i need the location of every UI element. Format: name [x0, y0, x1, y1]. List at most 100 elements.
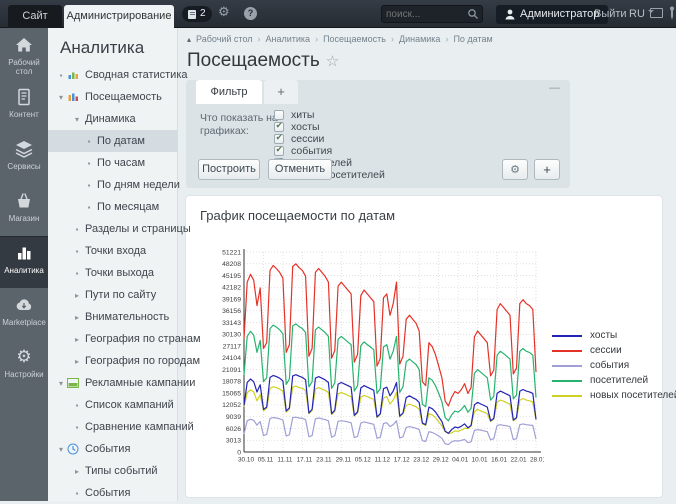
menu-item-exit-points[interactable]: ▪Точки выхода [48, 262, 177, 284]
filter-add-button[interactable]: + [534, 159, 560, 180]
menu-item-label: Рекламные кампании [85, 377, 195, 389]
add-filter-tab[interactable]: + [264, 80, 298, 104]
search-icon[interactable] [467, 8, 479, 20]
filter-panel: Фильтр + — Что показать на графиках: хит… [186, 80, 570, 188]
rail-item-desktop[interactable]: Рабочий стол [0, 28, 48, 80]
menu-item-campaign-compare[interactable]: ▪Сравнение кампаний [48, 416, 177, 438]
menu-title: Аналитика [48, 28, 177, 58]
bullet-icon: ▪ [72, 423, 82, 432]
settings-gear-icon: ⚙ [16, 347, 31, 367]
collapsed-icon: ▸ [72, 313, 82, 322]
menu-item-ad-campaigns[interactable]: ▾Рекламные кампании [48, 372, 177, 394]
breadcrumb-separator: › [391, 34, 394, 44]
rail-item-settings[interactable]: ⚙ Настройки [0, 340, 48, 392]
collapse-filter-icon[interactable]: — [549, 82, 560, 94]
y-tick-label: 27117 [223, 343, 242, 350]
legend-swatch [552, 395, 582, 397]
menu-item-geo-countries[interactable]: ▸География по странам [48, 328, 177, 350]
checkbox-icon[interactable] [274, 122, 284, 132]
checkbox-icon[interactable] [274, 110, 284, 120]
menu-item-summary-stats[interactable]: ▪Сводная статистика [48, 64, 177, 86]
menu-item-by-hours[interactable]: ▪По часам [48, 152, 177, 174]
chart-legend: хостысессиисобытияпосетителейновых посет… [552, 328, 676, 403]
icon-rail: Рабочий стол Контент Сервисы Магазин Ана… [0, 28, 48, 501]
checkbox-label: сессии [291, 133, 324, 145]
breadcrumb-item[interactable]: Динамика [399, 34, 440, 44]
bullet-icon: ▪ [84, 137, 94, 146]
rail-item-analytics[interactable]: Аналитика [0, 236, 48, 288]
y-tick-label: 42182 [222, 285, 241, 292]
logout-link[interactable]: Выйти [594, 8, 627, 20]
menu-item-events[interactable]: ▾События [48, 438, 177, 460]
user-icon [505, 9, 515, 20]
y-tick-label: 51221 [222, 249, 241, 256]
menu-item-dynamics[interactable]: ▾Динамика [48, 108, 177, 130]
content-area: ▴ Рабочий стол › Аналитика › Посещаемост… [179, 28, 676, 501]
series-line-события [244, 417, 536, 444]
user-button[interactable]: Администратор [496, 5, 608, 24]
bullet-icon: ▪ [72, 401, 82, 410]
x-tick-label: 17.11 [297, 457, 313, 464]
menu-item-event-types[interactable]: ▸Типы событий [48, 460, 177, 482]
menu-item-by-dates[interactable]: ▪По датам [48, 130, 177, 152]
menu-item-label: География по городам [85, 355, 200, 367]
search-input[interactable] [382, 9, 467, 20]
checkbox-icon[interactable] [274, 134, 284, 144]
menu-item-label: Сводная статистика [85, 69, 188, 81]
menu-item-geo-cities[interactable]: ▸География по городам [48, 350, 177, 372]
checkbox-label: хиты [291, 109, 314, 121]
basket-icon [14, 191, 34, 211]
pin-icon[interactable] [668, 6, 676, 21]
rail-item-content[interactable]: Контент [0, 80, 48, 132]
checkbox-icon[interactable] [274, 146, 284, 156]
x-tick-label: 23.12 [413, 457, 429, 464]
rail-item-store[interactable]: Магазин [0, 184, 48, 236]
y-tick-label: 45195 [222, 273, 241, 280]
filter-tab[interactable]: Фильтр [196, 80, 262, 104]
menu-item-site-paths[interactable]: ▸Пути по сайту [48, 284, 177, 306]
chart-panel: График посещаемости по датам 03013602690… [186, 196, 662, 497]
y-tick-label: 12052 [222, 402, 241, 409]
x-tick-label: 17.12 [394, 457, 410, 464]
favorite-star-icon[interactable] [326, 52, 339, 70]
menu-item-label: События [85, 487, 130, 499]
menu-item-by-weekdays[interactable]: ▪По дням недели [48, 174, 177, 196]
breadcrumb-item[interactable]: По датам [453, 34, 492, 44]
menu-item-campaign-list[interactable]: ▪Список кампаний [48, 394, 177, 416]
tab-administration[interactable]: Администрирование [64, 5, 174, 28]
menu-item-label: Типы событий [85, 465, 158, 477]
collapsed-icon: ▸ [72, 357, 82, 366]
rail-item-label: Настройки [0, 370, 48, 379]
menu-item-attention[interactable]: ▸Внимательность [48, 306, 177, 328]
language-label: RU [629, 8, 645, 20]
cancel-button[interactable]: Отменить [268, 159, 332, 180]
expanded-icon: ▾ [72, 115, 82, 124]
menu-item-by-months[interactable]: ▪По месяцам [48, 196, 177, 218]
x-tick-label: 29.11 [336, 457, 352, 464]
y-tick-label: 0 [237, 449, 241, 456]
home-breadcrumb-icon: ▴ [187, 35, 191, 44]
y-tick-label: 6026 [226, 426, 241, 433]
menu-item-entry-points[interactable]: ▪Точки входа [48, 240, 177, 262]
filter-settings-button[interactable] [502, 159, 528, 180]
monitor-icon[interactable] [650, 8, 663, 18]
rail-item-services[interactable]: Сервисы [0, 132, 48, 184]
breadcrumb-item[interactable]: Рабочий стол [196, 34, 253, 44]
build-button[interactable]: Построить [198, 159, 260, 180]
breadcrumb-item[interactable]: Посещаемость [323, 34, 386, 44]
rail-item-label: Магазин [0, 214, 48, 223]
rail-item-marketplace[interactable]: Marketplace [0, 288, 48, 340]
menu-item-sections-pages[interactable]: ▪Разделы и страницы [48, 218, 177, 240]
x-tick-label: 30.10 [238, 457, 254, 464]
notifications-button[interactable]: 2 [182, 6, 212, 22]
breadcrumb-item[interactable]: Аналитика [266, 34, 311, 44]
x-tick-label: 22.01 [511, 457, 527, 464]
menu-item-attendance[interactable]: ▾Посещаемость [48, 86, 177, 108]
legend-swatch [552, 365, 582, 367]
legend-item: посетителей [552, 373, 676, 388]
gear-icon[interactable] [218, 5, 230, 20]
rail-item-label: Рабочий стол [0, 58, 48, 76]
collapsed-icon: ▸ [72, 335, 82, 344]
help-icon[interactable]: ? [244, 7, 257, 20]
tab-site[interactable]: Сайт [8, 5, 62, 28]
